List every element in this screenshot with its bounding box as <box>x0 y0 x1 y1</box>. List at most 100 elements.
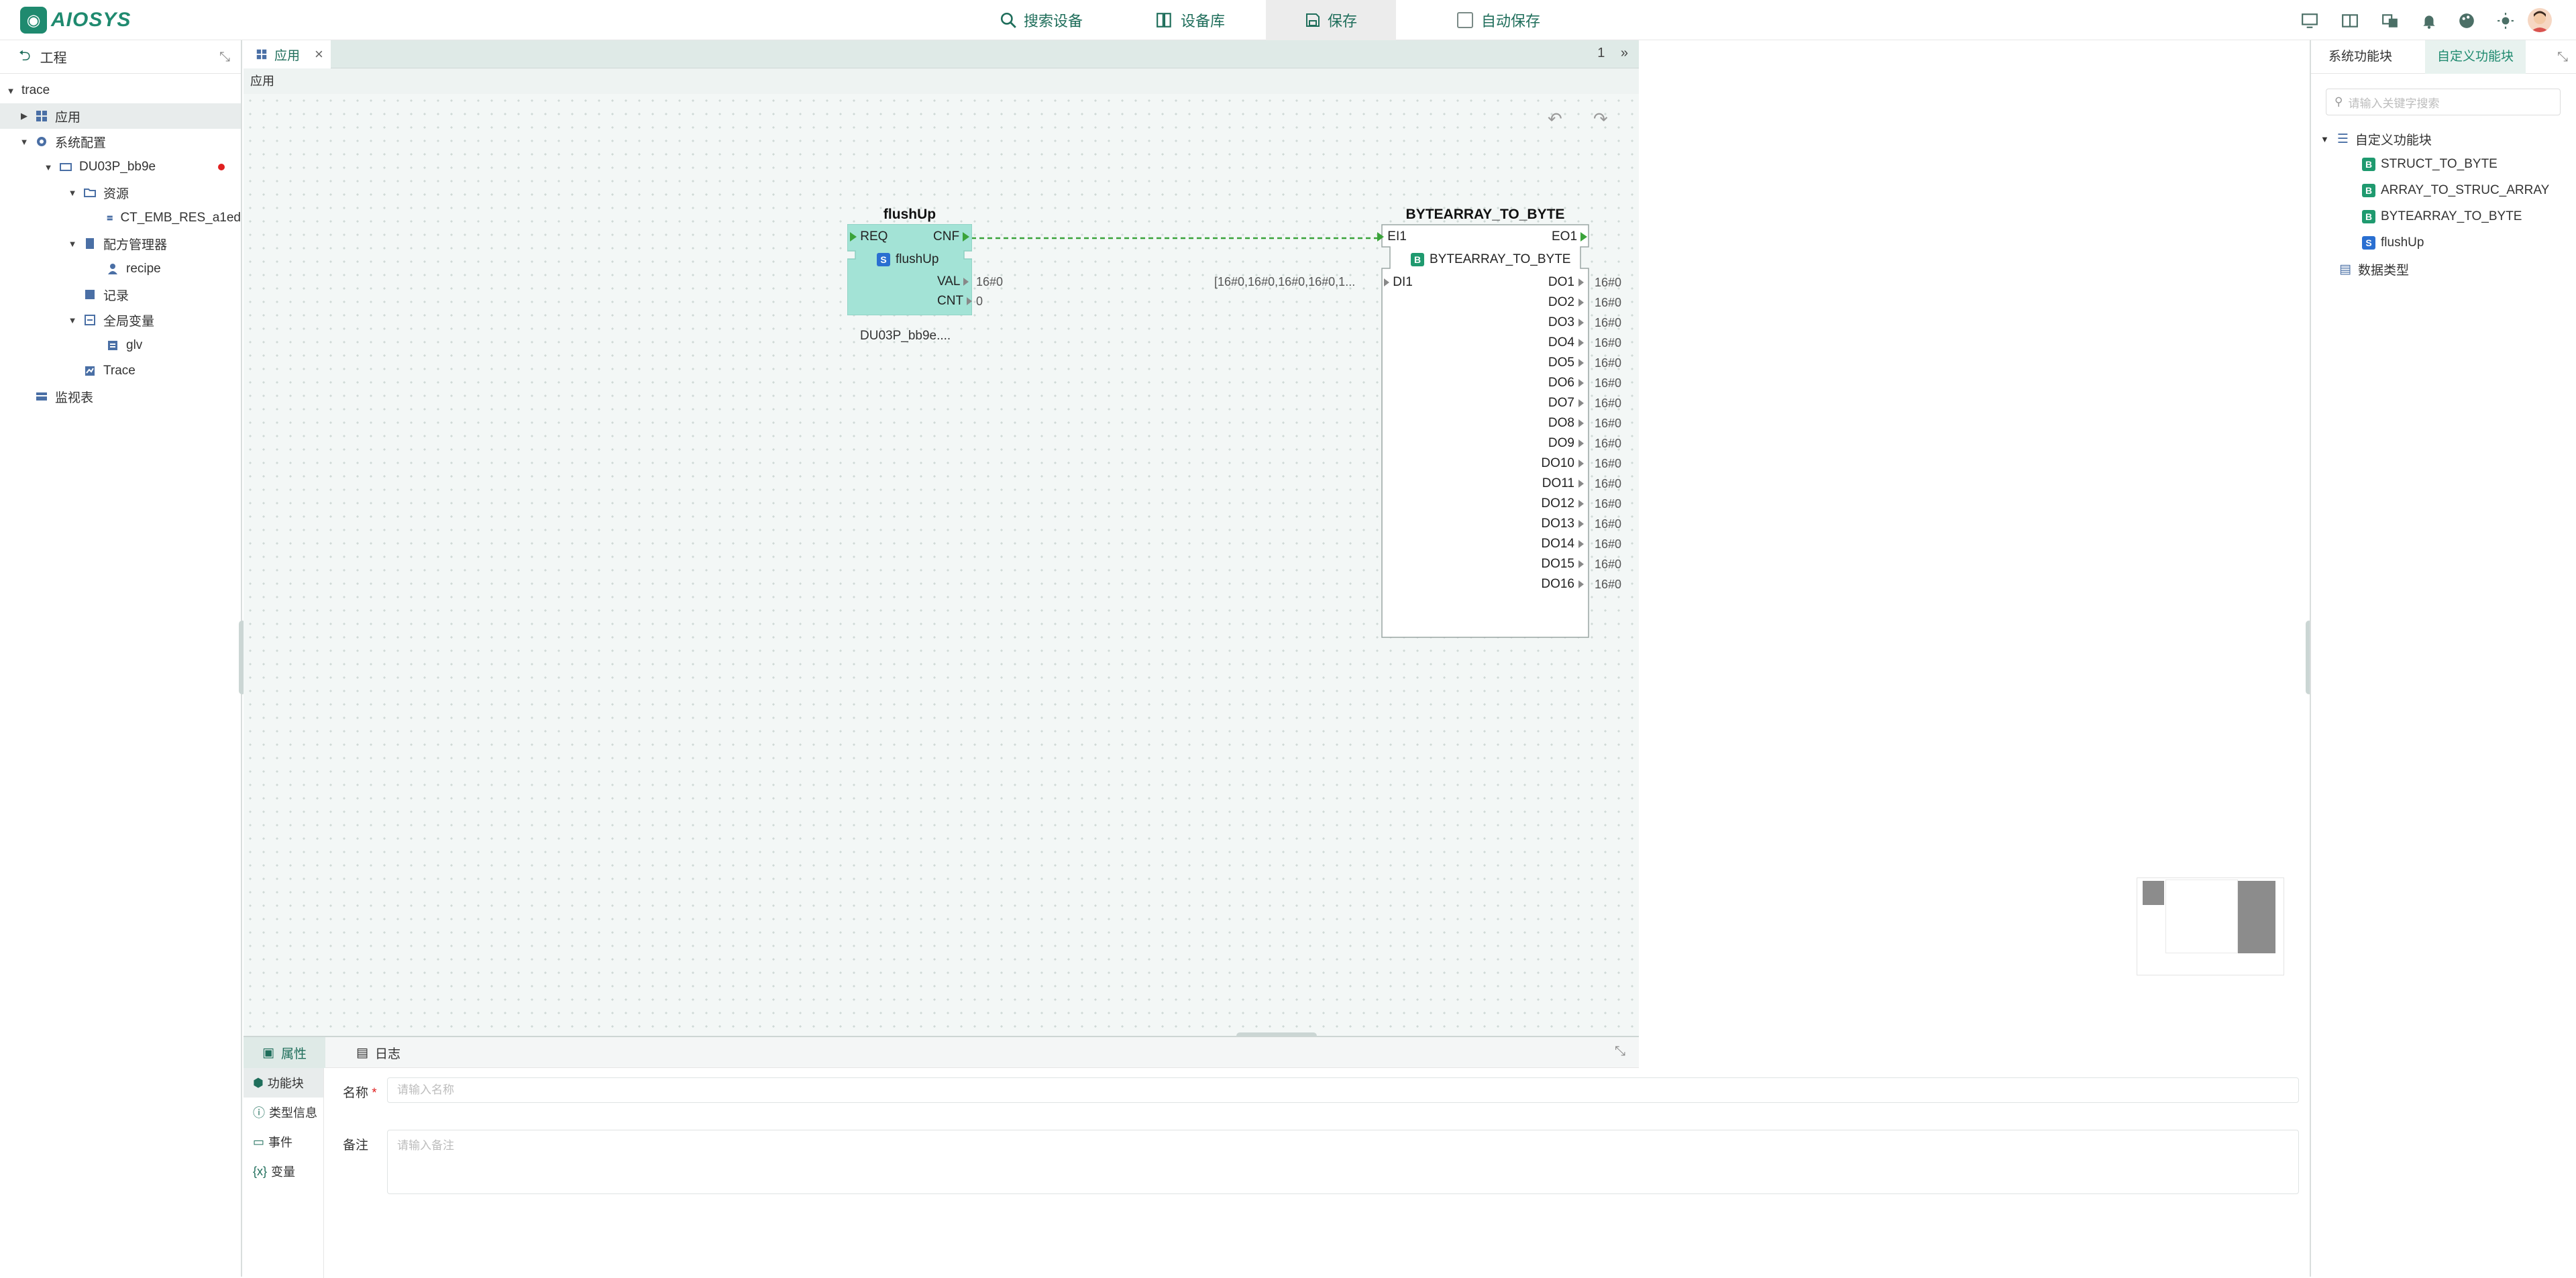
auto-save-toggle[interactable]: 自动保存 <box>1457 0 1540 40</box>
fb-bytearray-output-port[interactable]: DO13 <box>1505 517 1584 531</box>
library-item[interactable]: B BYTEARRAY_TO_BYTE <box>2362 204 2522 229</box>
data-out-arrow-icon <box>1578 358 1584 367</box>
fb-bytearray-output-port[interactable]: DO16 <box>1505 577 1584 592</box>
tree-item-device[interactable]: ▼ DU03P_bb9e <box>0 154 241 180</box>
tab-app[interactable]: 应用 × <box>244 40 331 68</box>
fb-bytearray-output-port[interactable]: DO8 <box>1505 416 1584 431</box>
caret-down-icon[interactable]: ▼ <box>67 188 78 198</box>
palette-icon[interactable] <box>2458 12 2475 30</box>
data-type-icon: ▤ <box>2339 262 2351 276</box>
tree-label: trace <box>21 83 50 97</box>
tab-custom-blocks[interactable]: 自定义功能块 <box>2425 40 2526 74</box>
fb-flushup-event-out[interactable]: CNF <box>933 229 970 244</box>
save-button[interactable]: 保存 <box>1266 0 1397 40</box>
output-port-value: 16#0 <box>1595 396 1622 410</box>
caret-down-icon[interactable]: ▼ <box>2320 134 2329 144</box>
tree-item-record[interactable]: 记录 <box>0 282 241 307</box>
tab-overflow[interactable]: 1 » <box>1597 46 1628 61</box>
fb-bytearray-output-port[interactable]: DO11 <box>1505 476 1584 491</box>
layout-icon[interactable] <box>2341 12 2359 30</box>
caret-right-icon[interactable]: ▶ <box>19 111 30 121</box>
fb-bytearray-output-port[interactable]: DO3 <box>1505 315 1584 330</box>
fb-bytearray-input-di1[interactable]: DI1 <box>1384 275 1413 290</box>
fb-bytearray-event-in[interactable]: EI1 <box>1377 229 1407 244</box>
search-device-button[interactable]: 搜索设备 <box>1000 0 1083 40</box>
library-search-input[interactable]: ⚲ 请输入关键字搜索 <box>2326 89 2561 115</box>
minimap[interactable] <box>2137 877 2284 975</box>
tab-log[interactable]: ▤ 日志 <box>337 1037 419 1068</box>
fb-bytearray-output-port[interactable]: DO12 <box>1505 496 1584 511</box>
tree-label: CT_EMB_RES_a1ed <box>120 211 241 225</box>
fb-bytearray-output-port[interactable]: DO7 <box>1505 396 1584 411</box>
tree-item-trace[interactable]: ▼ trace <box>0 78 241 103</box>
menu-function-block[interactable]: ⬢ 功能块 <box>244 1068 323 1098</box>
caret-down-icon[interactable]: ▼ <box>43 162 54 172</box>
translate-icon[interactable] <box>2381 12 2399 30</box>
folder-data-types[interactable]: ▤ 数据类型 <box>2339 256 2409 282</box>
fb-bytearray-output-port[interactable]: DO15 <box>1505 557 1584 572</box>
folder-custom-blocks[interactable]: ▼ ☰ 自定义功能块 <box>2320 126 2432 152</box>
menu-type-info[interactable]: ⓘ 类型信息 <box>244 1098 323 1127</box>
double-chevron-right-icon[interactable]: » <box>1621 46 1628 60</box>
tree-item-watch-table[interactable]: 监视表 <box>0 384 241 409</box>
collapse-icon[interactable]: ⤡ <box>219 50 230 65</box>
fb-bytearray-event-out[interactable]: EO1 <box>1552 229 1588 244</box>
save-label: 保存 <box>1328 13 1358 30</box>
back-icon[interactable]: ⮌ <box>19 44 31 70</box>
data-out-arrow-icon <box>1578 560 1584 568</box>
bell-icon[interactable] <box>2420 12 2438 30</box>
tree-item-trace-config[interactable]: Trace <box>0 358 241 384</box>
fb-flushup-event-in[interactable]: REQ <box>850 229 888 244</box>
tab-page-number: 1 <box>1597 46 1605 60</box>
caret-down-icon[interactable]: ▼ <box>67 315 78 325</box>
tree-item-resource-instance[interactable]: CT_EMB_RES_a1ed <box>0 205 241 231</box>
menu-variables[interactable]: {x} 变量 <box>244 1157 323 1186</box>
tree-item-resource[interactable]: ▼ 资源 <box>0 180 241 205</box>
fb-flushup-output-val[interactable]: VAL <box>937 274 969 289</box>
caret-down-icon[interactable]: ▼ <box>67 239 78 249</box>
name-input[interactable]: 请输入名称 <box>387 1077 2299 1103</box>
remark-textarea[interactable]: 请输入备注 <box>387 1130 2299 1194</box>
tab-properties[interactable]: ▣ 属性 <box>244 1037 325 1068</box>
auto-save-checkbox[interactable] <box>1457 12 1473 28</box>
avatar[interactable] <box>2528 8 2552 32</box>
fb-bytearray-output-port[interactable]: DO2 <box>1505 295 1584 310</box>
data-out-arrow-icon <box>1578 499 1584 508</box>
diagram-canvas[interactable]: ↶ ↷ flushUp REQ CNF SflushUp VAL CNT 16#… <box>244 94 2284 1036</box>
record-icon <box>85 290 95 299</box>
basic-fb-icon: B <box>2362 210 2375 223</box>
tree-item-app[interactable]: ▶ 应用 <box>0 103 241 129</box>
resource-icon <box>107 215 113 221</box>
tree-item-system-config[interactable]: ▼ 系统配置 <box>0 129 241 154</box>
tree-item-recipe-manager[interactable]: ▼ 配方管理器 <box>0 231 241 256</box>
fb-bytearray-output-port[interactable]: DO6 <box>1505 376 1584 390</box>
fb-bytearray-output-port[interactable]: DO9 <box>1505 436 1584 451</box>
output-port-value: 16#0 <box>1595 477 1622 490</box>
library-item[interactable]: B ARRAY_TO_STRUC_ARRAY <box>2362 178 2549 203</box>
library-item[interactable]: B STRUCT_TO_BYTE <box>2362 152 2498 177</box>
fb-bytearray-output-port[interactable]: DO5 <box>1505 356 1584 370</box>
minimap-viewport[interactable] <box>2165 880 2238 953</box>
library-item[interactable]: SflushUp <box>2362 230 2424 256</box>
close-icon[interactable]: × <box>315 46 323 63</box>
output-port-value: 16#0 <box>1595 356 1622 370</box>
collapse-icon[interactable]: ⤡ <box>2557 50 2568 65</box>
tree-item-global-vars[interactable]: ▼ 全局变量 <box>0 307 241 333</box>
tree-item-glv[interactable]: glv <box>0 333 241 358</box>
sun-icon[interactable] <box>2497 12 2514 30</box>
caret-down-icon[interactable]: ▼ <box>5 86 16 96</box>
trace-icon <box>85 366 95 376</box>
fb-bytearray-output-port[interactable]: DO4 <box>1505 335 1584 350</box>
fb-bytearray-output-port[interactable]: DO1 <box>1505 275 1584 290</box>
tree-item-recipe[interactable]: recipe <box>0 256 241 282</box>
collapse-icon[interactable]: ⤡ <box>1615 1044 1625 1059</box>
device-library-button[interactable]: 设备库 <box>1155 0 1225 40</box>
fb-bytearray-output-port[interactable]: DO10 <box>1505 456 1584 471</box>
tab-system-blocks[interactable]: 系统功能块 <box>2328 40 2392 74</box>
menu-events[interactable]: ▭ 事件 <box>244 1127 323 1157</box>
monitor-icon[interactable] <box>2301 12 2318 30</box>
project-title: 工程 <box>40 51 67 66</box>
fb-flushup-output-cnt[interactable]: CNT <box>937 294 972 309</box>
caret-down-icon[interactable]: ▼ <box>19 137 30 147</box>
fb-bytearray-output-port[interactable]: DO14 <box>1505 537 1584 551</box>
